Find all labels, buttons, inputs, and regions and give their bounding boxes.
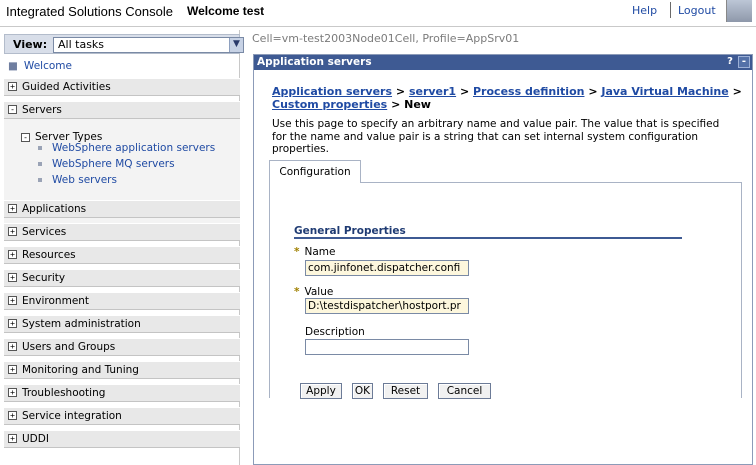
view-select[interactable]: All tasks ▼ [53,37,244,53]
expand-icon[interactable]: + [8,342,17,351]
view-selector-row: View: All tasks ▼ [4,34,244,54]
portlet-title: Application servers [257,56,372,68]
breadcrumb-separator: > [459,85,470,98]
general-properties-heading: General Properties [294,225,406,237]
help-link[interactable]: Help [632,4,657,17]
nav-item-servers[interactable]: - Servers [4,101,240,119]
tab-panel [269,183,742,398]
nav-item-guided-activities[interactable]: + Guided Activities [4,78,240,96]
name-field[interactable]: com.jinfonet.dispatcher.confi [305,260,469,276]
navigation-panel: View: All tasks ▼ ■ Welcome + Guided Activ… [0,30,244,465]
chevron-down-icon[interactable]: ▼ [229,38,243,52]
required-icon: * [294,286,300,298]
breadcrumb-separator: > [732,85,742,98]
welcome-user: Welcome test [187,4,265,18]
collapse-icon[interactable]: - [21,133,30,142]
divider [294,237,682,239]
expand-icon[interactable]: + [8,319,17,328]
cancel-button[interactable]: Cancel [438,383,491,399]
nav-link-websphere-mq-servers[interactable]: WebSphere MQ servers [38,158,175,170]
view-select-value: All tasks [58,38,105,51]
breadcrumb-custom-properties[interactable]: Custom properties [272,98,387,111]
expand-icon[interactable]: + [8,296,17,305]
portlet-title-bar: Application servers ? - [254,55,752,70]
breadcrumb-current: New [404,98,431,111]
breadcrumb-application-servers[interactable]: Application servers [272,85,392,98]
apply-button[interactable]: Apply [300,383,342,399]
app-title: Integrated Solutions Console [6,4,173,19]
nav-item-users-and-groups[interactable]: + Users and Groups [4,338,240,356]
breadcrumb-separator: > [588,85,598,98]
breadcrumb-server1[interactable]: server1 [409,85,456,98]
logout-link[interactable]: Logout [678,4,716,17]
nav-item-security[interactable]: + Security [4,269,240,287]
value-field[interactable]: D:\testdispatcher\hostport.pr [305,298,469,314]
required-icon: * [294,246,300,258]
breadcrumb: Application servers > server1 > Process … [272,85,742,111]
top-banner: Integrated Solutions Console Welcome tes… [0,0,756,27]
expand-icon[interactable]: + [8,227,17,236]
reset-button[interactable]: Reset [383,383,428,399]
nav-item-applications[interactable]: + Applications [4,200,240,218]
description-label: Description [305,326,365,338]
nav-item-troubleshooting[interactable]: + Troubleshooting [4,384,240,402]
nav-welcome-link[interactable]: ■ Welcome [8,60,72,72]
nav-link-websphere-application-servers[interactable]: WebSphere application servers [38,142,215,154]
expand-icon[interactable]: + [8,273,17,282]
ok-button[interactable]: OK [352,383,373,399]
divider [670,2,671,18]
bullet-icon [38,146,42,150]
minimize-icon[interactable]: - [738,56,750,68]
nav-item-resources[interactable]: + Resources [4,246,240,264]
bullet-icon [38,178,42,182]
expand-icon[interactable]: + [8,250,17,259]
breadcrumb-separator: > [395,85,406,98]
name-label: * Name [294,246,336,258]
nav-item-service-integration[interactable]: + Service integration [4,407,240,425]
expand-icon[interactable]: + [8,204,17,213]
expand-icon[interactable]: + [8,365,17,374]
breadcrumb-java-virtual-machine[interactable]: Java Virtual Machine [601,85,728,98]
nav-link-web-servers[interactable]: Web servers [38,174,117,186]
nav-item-uddi[interactable]: + UDDI [4,430,240,448]
expand-icon[interactable]: + [8,434,17,443]
cell-profile-info: Cell=vm-test2003Node01Cell, Profile=AppS… [252,32,520,45]
nav-item-system-administration[interactable]: + System administration [4,315,240,333]
value-label: * Value [294,286,334,298]
description-field[interactable] [305,339,469,355]
nav-item-environment[interactable]: + Environment [4,292,240,310]
bullet-icon: ■ [8,60,18,72]
expand-icon[interactable]: + [8,411,17,420]
nav-item-monitoring-and-tuning[interactable]: + Monitoring and Tuning [4,361,240,379]
help-icon[interactable]: ? [724,56,736,68]
expand-icon[interactable]: + [8,82,17,91]
page-description: Use this page to specify an arbitrary na… [272,118,720,155]
tab-configuration[interactable]: Configuration [269,160,361,183]
bullet-icon [38,162,42,166]
application-servers-portlet: Application servers ? - Application serv… [253,54,753,465]
ibm-logo-icon [726,0,752,22]
view-label: View: [13,38,48,51]
collapse-icon[interactable]: - [8,105,17,114]
nav-item-services[interactable]: + Services [4,223,240,241]
expand-icon[interactable]: + [8,388,17,397]
breadcrumb-process-definition[interactable]: Process definition [473,85,584,98]
breadcrumb-separator: > [391,98,401,111]
